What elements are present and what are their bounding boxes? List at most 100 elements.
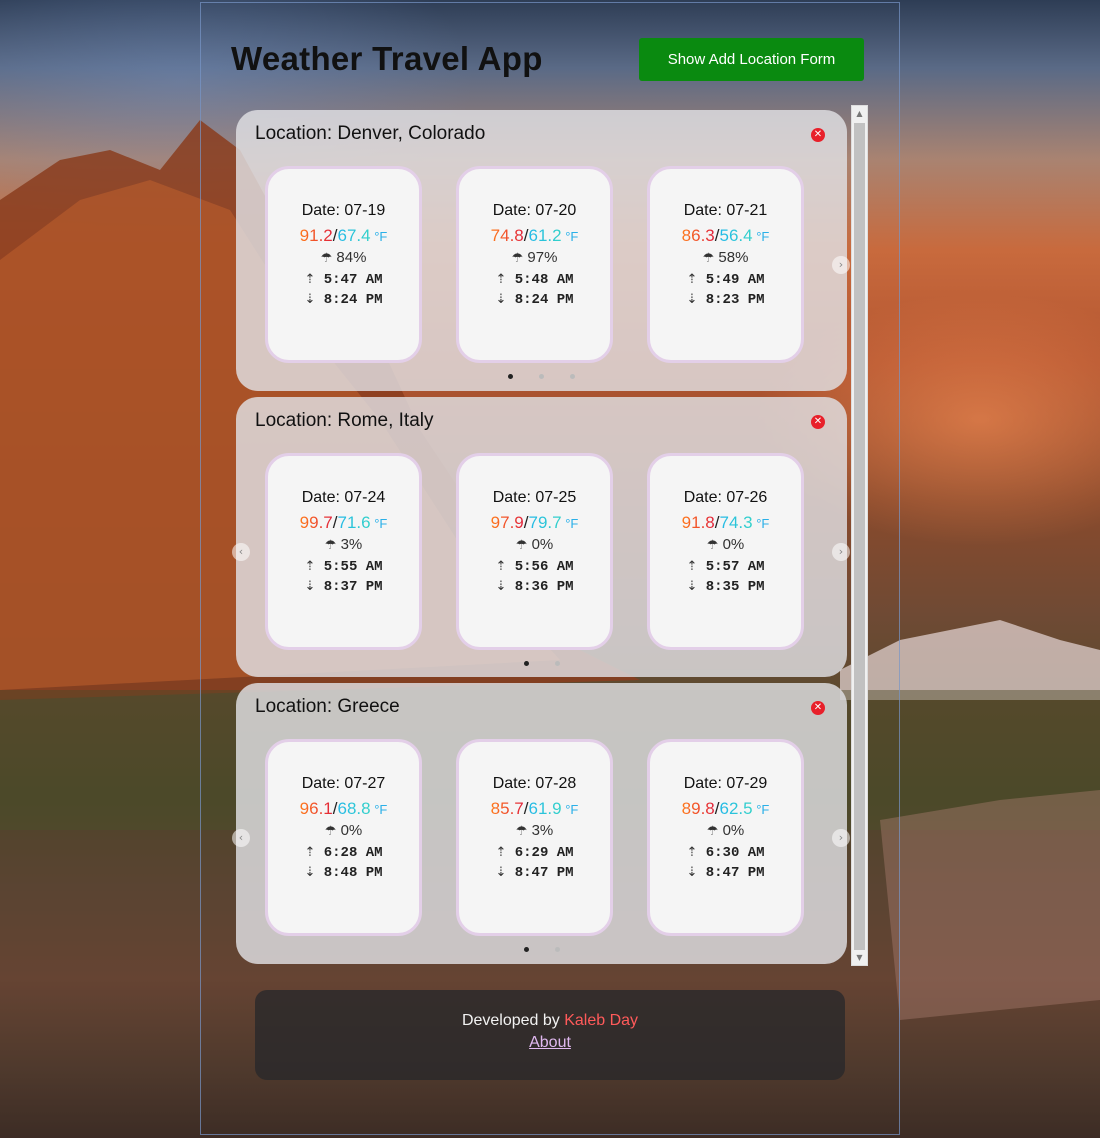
- sunset-icon: ⇣: [495, 292, 507, 307]
- forecast-date: Date: 07-21: [683, 202, 768, 219]
- forecast-day-card: Date: 07-27 96.1/68.8 °F ☂ 0% ⇡ 6:28 AM …: [265, 739, 422, 936]
- rain-value: 0%: [722, 822, 745, 839]
- close-circle-icon[interactable]: ✕: [811, 701, 825, 715]
- temp-high: 91.8: [681, 513, 715, 532]
- rain-value: 84%: [336, 249, 367, 266]
- sunset-row: ⇣ 8:36 PM: [459, 577, 610, 597]
- chevron-left-icon[interactable]: ‹: [232, 829, 250, 847]
- sunset-icon: ⇣: [304, 865, 316, 880]
- sunrise-icon: ⇡: [495, 559, 507, 574]
- forecast-day-card: Date: 07-25 97.9/79.7 °F ☂ 0% ⇡ 5:56 AM …: [456, 453, 613, 650]
- temp-high: 91.2: [299, 226, 333, 245]
- carousel-dot[interactable]: [508, 374, 513, 379]
- sunrise-icon: ⇡: [686, 272, 698, 287]
- sunset-row: ⇣ 8:24 PM: [459, 290, 610, 310]
- temp-unit: °F: [752, 229, 770, 244]
- forecast-day-card: Date: 07-20 74.8/61.2 °F ☂ 97% ⇡ 5:48 AM…: [456, 166, 613, 363]
- temp-low: 61.2: [528, 226, 562, 245]
- chevron-right-icon[interactable]: ›: [832, 829, 850, 847]
- sunset-icon: ⇣: [686, 579, 698, 594]
- rain-cloud-icon: ☂: [706, 538, 719, 553]
- developed-by-text: Developed by: [461, 1012, 565, 1029]
- sunset-time: 8:24 PM: [323, 292, 383, 308]
- rain-chance: ☂ 84%: [268, 249, 419, 266]
- temp-low: 79.7: [528, 513, 562, 532]
- sunrise-time: 5:49 AM: [705, 272, 765, 288]
- rain-chance: ☂ 0%: [650, 536, 801, 553]
- sunset-time: 8:48 PM: [323, 865, 383, 881]
- rain-cloud-icon: ☂: [702, 251, 715, 266]
- sunrise-icon: ⇡: [304, 845, 316, 860]
- scrollbar-thumb[interactable]: [854, 123, 865, 950]
- rain-value: 58%: [718, 249, 749, 266]
- show-add-location-form-button[interactable]: Show Add Location Form: [639, 38, 864, 81]
- sunset-row: ⇣ 8:48 PM: [268, 863, 419, 883]
- rain-chance: ☂ 3%: [268, 536, 419, 553]
- rain-cloud-icon: ☂: [324, 538, 337, 553]
- scroll-up-arrow-icon[interactable]: ▲: [852, 106, 867, 121]
- sunset-row: ⇣ 8:23 PM: [650, 290, 801, 310]
- carousel-dot[interactable]: [570, 374, 575, 379]
- sunset-time: 8:35 PM: [705, 579, 765, 595]
- sunrise-icon: ⇡: [686, 559, 698, 574]
- temp-unit: °F: [561, 516, 579, 531]
- rain-chance: ☂ 0%: [459, 536, 610, 553]
- close-circle-icon[interactable]: ✕: [811, 128, 825, 142]
- rain-value: 3%: [531, 822, 554, 839]
- forecast-day-card: Date: 07-21 86.3/56.4 °F ☂ 58% ⇡ 5:49 AM…: [647, 166, 804, 363]
- sunset-time: 8:36 PM: [514, 579, 574, 595]
- temp-unit: °F: [370, 229, 388, 244]
- sunset-icon: ⇣: [495, 579, 507, 594]
- carousel-dot[interactable]: [523, 947, 529, 952]
- sunrise-row: ⇡ 6:30 AM: [650, 843, 801, 863]
- location-title: Location: Rome, Italy: [255, 410, 434, 431]
- vertical-scrollbar[interactable]: ▲ ▼: [851, 105, 868, 966]
- temp-unit: °F: [752, 802, 770, 817]
- forecast-day-card: Date: 07-29 89.8/62.5 °F ☂ 0% ⇡ 6:30 AM …: [647, 739, 804, 936]
- locations-list[interactable]: Location: Denver, Colorado ✕ ‹ › Date: 0…: [232, 110, 850, 965]
- carousel-dot[interactable]: [539, 374, 544, 379]
- close-circle-icon[interactable]: ✕: [811, 415, 825, 429]
- chevron-left-icon[interactable]: ‹: [232, 543, 250, 561]
- page-title: Weather Travel App: [231, 40, 543, 77]
- chevron-right-icon[interactable]: ›: [832, 543, 850, 561]
- forecast-temperature: 91.2/67.4 °F: [299, 226, 388, 245]
- rain-cloud-icon: ☂: [515, 824, 528, 839]
- about-link[interactable]: About: [529, 1034, 571, 1052]
- rain-chance: ☂ 58%: [650, 249, 801, 266]
- temp-high: 89.8: [681, 799, 715, 818]
- forecast-date: Date: 07-27: [301, 775, 386, 792]
- sunrise-time: 5:47 AM: [323, 272, 383, 288]
- chevron-right-icon[interactable]: ›: [832, 256, 850, 274]
- carousel-dot[interactable]: [554, 947, 560, 952]
- scroll-down-arrow-icon[interactable]: ▼: [852, 950, 867, 965]
- temp-high: 86.3: [681, 226, 715, 245]
- forecast-date: Date: 07-29: [683, 775, 768, 792]
- location-card: Location: Greece ✕ ‹ › Date: 07-27 96.1/…: [232, 683, 850, 964]
- temp-unit: °F: [370, 516, 388, 531]
- temp-high: 97.9: [490, 513, 524, 532]
- temp-low: 68.8: [337, 799, 371, 818]
- sunrise-time: 5:48 AM: [514, 272, 574, 288]
- carousel-dot[interactable]: [523, 661, 529, 666]
- sunrise-time: 6:28 AM: [323, 845, 383, 861]
- carousel-dot[interactable]: [554, 661, 560, 666]
- carousel-dots: [236, 661, 847, 667]
- temp-unit: °F: [561, 802, 579, 817]
- location-card: Location: Denver, Colorado ✕ ‹ › Date: 0…: [236, 110, 850, 391]
- temp-high: 85.7: [490, 799, 524, 818]
- temp-low: 67.4: [337, 226, 371, 245]
- sunrise-time: 6:29 AM: [514, 845, 574, 861]
- page-footer: Developed by Kaleb Day About: [255, 990, 845, 1080]
- location-card: Location: Rome, Italy ✕ ‹ › Date: 07-24 …: [232, 397, 850, 677]
- sunset-icon: ⇣: [495, 865, 507, 880]
- sunrise-row: ⇡ 5:49 AM: [650, 270, 801, 290]
- temp-low: 61.9: [528, 799, 562, 818]
- sunset-icon: ⇣: [686, 292, 698, 307]
- temp-low: 56.4: [719, 226, 753, 245]
- sunrise-icon: ⇡: [495, 845, 507, 860]
- temp-unit: °F: [561, 229, 579, 244]
- temp-high: 96.1: [299, 799, 333, 818]
- sunrise-row: ⇡ 5:55 AM: [268, 557, 419, 577]
- forecast-date: Date: 07-20: [492, 202, 577, 219]
